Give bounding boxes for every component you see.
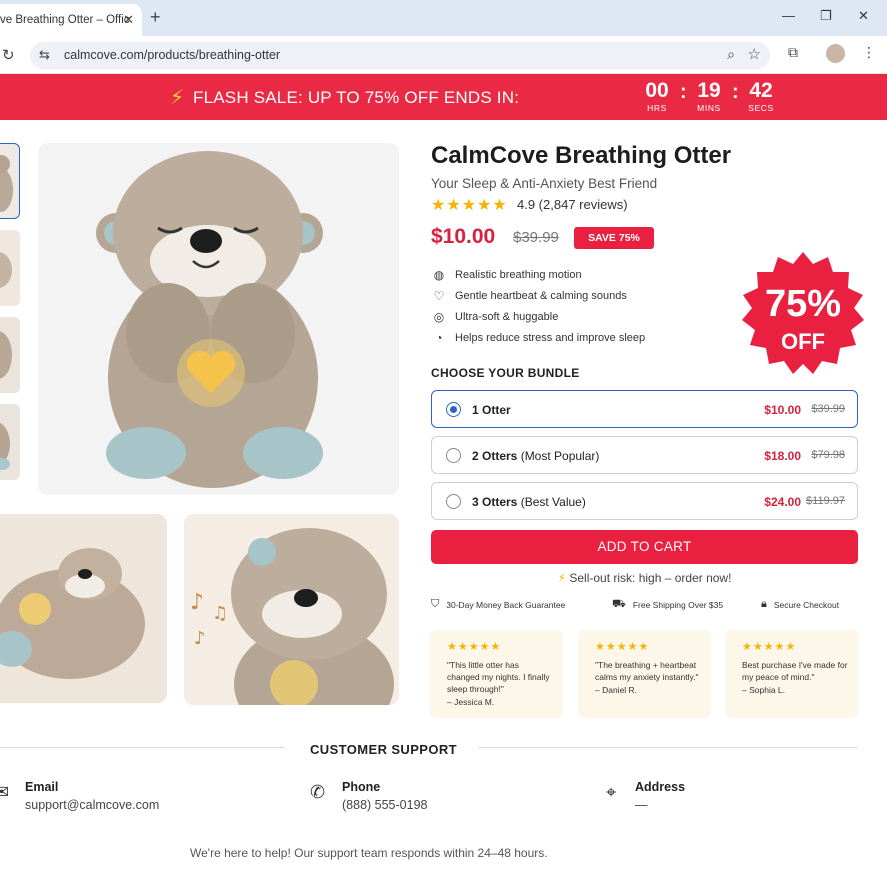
trust-guarantee: ⛉ 30-Day Money Back Guarantee [431, 598, 566, 610]
thumbnail-3[interactable] [0, 317, 20, 393]
review-stars: ★★★★★ [447, 641, 502, 653]
svg-text:♫: ♫ [212, 603, 228, 624]
review-stars: ★★★★★ [595, 641, 650, 653]
lightning-icon: ⚡ [557, 571, 566, 585]
sellout-notice: ⚡ Sell-out risk: high – order now! [557, 571, 732, 585]
countdown-separator: : [732, 81, 739, 103]
lightning-icon: ⚡ [170, 87, 185, 109]
thumbnail-1[interactable] [0, 143, 20, 219]
email-link[interactable]: support@calmcove.com [25, 798, 159, 812]
shield-check-icon: ⛉ [431, 598, 440, 610]
review-text: "This little otter has changed my nights… [447, 660, 550, 694]
profile-avatar[interactable] [826, 44, 845, 63]
countdown-mins: 19 MINS [697, 79, 721, 113]
product-title: CalmCove Breathing Otter [431, 142, 732, 169]
countdown-secs: 42 SECS [748, 79, 774, 113]
svg-text:♪: ♪ [194, 628, 206, 649]
support-footer-text: We're here to help! Our support team res… [190, 846, 548, 860]
bookmark-star-icon[interactable]: ☆ [748, 45, 761, 63]
review-card: ★★★★★ "This little otter has changed my … [430, 630, 563, 718]
thumbnail-4[interactable] [0, 404, 20, 480]
countdown-hours: 00 HRS [645, 79, 669, 113]
rating-text[interactable]: 4.9 (2,847 reviews) [517, 197, 628, 212]
close-tab-icon[interactable]: ✕ [123, 12, 134, 28]
lifestyle-image-1[interactable] [0, 514, 167, 703]
feature-item: ◔ Helps reduce stress and improve sleep [431, 331, 645, 345]
seal-off: OFF [781, 329, 825, 354]
bundle-option-2[interactable]: 2 Otters (Most Popular) $18.00 $79.98 [431, 436, 858, 474]
thumbnail-2[interactable] [0, 230, 20, 306]
flash-sale-message: FLASH SALE: UP TO 75% OFF ENDS IN: [193, 88, 520, 107]
review-author: – Jessica M. [447, 697, 495, 707]
map-pin-icon: ⌖ [606, 782, 617, 802]
lifestyle-image-2[interactable]: ♪ ♫ ♪ [184, 514, 399, 705]
radio-unselected[interactable] [446, 494, 461, 509]
zoom-icon[interactable]: ⌕ [727, 46, 735, 63]
main-product-image[interactable] [38, 143, 399, 495]
browser-tab[interactable]: ve Breathing Otter – Offic ✕ [0, 4, 142, 36]
mail-icon: ✉ [0, 782, 10, 802]
trust-shipping: ⛟ Free Shipping Over $35 [612, 598, 724, 610]
window-close-icon[interactable]: ✕ [858, 8, 869, 24]
trust-checkout: 🔒︎ Secure Checkout [761, 598, 840, 610]
phone-icon: ✆ [310, 782, 326, 802]
lock-icon: 🔒︎ [761, 598, 767, 610]
softness-icon: ◎ [433, 310, 445, 324]
phone-link[interactable]: (888) 555-0198 [342, 798, 427, 812]
review-author: – Daniel R. [595, 685, 638, 695]
feature-item: ◎ Ultra-soft & huggable [431, 310, 559, 324]
divider [478, 747, 858, 748]
support-heading: CUSTOMER SUPPORT [310, 742, 458, 757]
bundle-option-1[interactable]: 1 Otter $10.00 $39.99 [431, 390, 858, 428]
bundle-option-3[interactable]: 3 Otters (Best Value) $24.00 $119.97 [431, 482, 858, 520]
review-text: Best purchase I've made for my peace of … [742, 660, 848, 682]
feature-item: ♡ Gentle heartbeat & calming sounds [431, 289, 627, 303]
breath-icon: ◍ [433, 268, 445, 282]
review-card: ★★★★★ "The breathing + heartbeat calms m… [578, 630, 711, 718]
browser-tab-bar: ve Breathing Otter – Offic ✕ + — ❐ ✕ [0, 0, 887, 36]
product-subtitle: Your Sleep & Anti-Anxiety Best Friend [431, 176, 658, 191]
extensions-icon[interactable]: ⧉ [788, 44, 798, 61]
review-card: ★★★★★ Best purchase I've made for my pea… [725, 630, 858, 718]
url-field[interactable]: ⇆ calmcove.com/products/breathing-otter … [30, 42, 770, 69]
minimize-icon[interactable]: — [782, 8, 795, 23]
radio-unselected[interactable] [446, 448, 461, 463]
original-price: $39.99 [513, 229, 559, 246]
add-to-cart-button[interactable]: ADD TO CART [431, 530, 858, 564]
maximize-icon[interactable]: ❐ [820, 8, 832, 24]
browser-menu-icon[interactable]: ⋮ [862, 44, 876, 61]
feature-item: ◍ Realistic breathing motion [431, 268, 582, 282]
save-badge: SAVE 75% [574, 227, 654, 249]
sleep-icon: ◔ [435, 331, 443, 345]
radio-selected[interactable] [446, 402, 461, 417]
site-settings-icon[interactable]: ⇆ [39, 47, 50, 63]
new-tab-icon[interactable]: + [150, 7, 161, 28]
truck-icon: ⛟ [612, 598, 626, 610]
tab-title: ve Breathing Otter – Offic [0, 14, 130, 26]
svg-text:♪: ♪ [190, 590, 204, 615]
heart-icon: ♡ [433, 289, 445, 303]
countdown-separator: : [680, 81, 687, 103]
rating-stars: ★★★★★ [431, 197, 508, 214]
url-text: calmcove.com/products/breathing-otter [64, 48, 281, 62]
reload-icon[interactable]: ↻ [2, 46, 15, 64]
sale-price: $10.00 [431, 225, 496, 248]
review-stars: ★★★★★ [742, 641, 797, 653]
flash-sale-banner: ⚡ FLASH SALE: UP TO 75% OFF ENDS IN: 00 H… [0, 74, 887, 120]
address-bar-row: ↻ ⇆ calmcove.com/products/breathing-otte… [0, 36, 887, 74]
review-text: "The breathing + heartbeat calms my anxi… [595, 660, 699, 682]
review-author: – Sophia L. [742, 685, 786, 695]
bundle-heading: CHOOSE YOUR BUNDLE [431, 366, 580, 380]
divider [0, 747, 285, 748]
seal-percent: 75% [764, 283, 842, 325]
discount-seal: 75% OFF [736, 250, 870, 384]
